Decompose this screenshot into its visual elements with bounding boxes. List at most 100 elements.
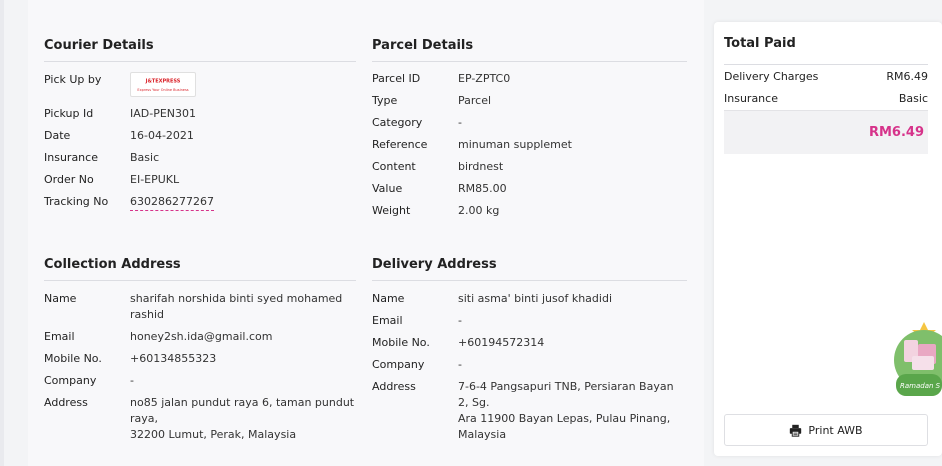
delivery-email-label: Email bbox=[372, 314, 403, 327]
collection-address-line2: 32200 Lumut, Perak, Malaysia bbox=[130, 428, 297, 441]
insurance-label: Insurance bbox=[44, 151, 98, 164]
category-label: Category bbox=[372, 116, 423, 129]
reference-row: Reference minuman supplemet bbox=[372, 137, 687, 153]
delivery-name-row: Name siti asma' binti jusof khadidi bbox=[372, 291, 687, 307]
delivery-address-row: Address 7-6-4 Pangsapuri TNB, Persiaran … bbox=[372, 379, 687, 443]
tracking-no-link[interactable]: 630286277267 bbox=[130, 194, 214, 211]
collection-mobile-row: Mobile No. +60134855323 bbox=[44, 351, 356, 367]
collection-name-row: Name sharifah norshida binti syed mohamed… bbox=[44, 291, 356, 323]
date-label: Date bbox=[44, 129, 71, 142]
courier-details-title: Courier Details bbox=[44, 38, 356, 62]
collection-mobile-value: +60134855323 bbox=[130, 352, 217, 365]
collection-address-section: Collection Address Name sharifah norshida… bbox=[44, 257, 356, 443]
weight-label: Weight bbox=[372, 204, 411, 217]
type-row: Type Parcel bbox=[372, 93, 687, 109]
jt-logo-mark: J&T bbox=[145, 78, 156, 85]
pickup-id-value: IAD-PEN301 bbox=[130, 107, 197, 120]
collection-company-label: Company bbox=[44, 374, 97, 387]
summary-insurance-label: Insurance bbox=[724, 92, 778, 105]
delivery-company-row: Company - bbox=[372, 357, 687, 373]
collection-address-line1: no85 jalan pundut raya 6, taman pundut r… bbox=[130, 396, 355, 425]
promo-text: Ramadan S bbox=[900, 382, 941, 390]
collection-address-title: Collection Address bbox=[44, 257, 356, 281]
print-awb-label: Print AWB bbox=[808, 423, 863, 437]
delivery-address-line1: 7-6-4 Pangsapuri TNB, Persiaran Bayan 2,… bbox=[458, 380, 674, 409]
collection-email-row: Email honey2sh.ida@gmail.com bbox=[44, 329, 356, 345]
value-label: Value bbox=[372, 182, 403, 195]
value-row: Value RM85.00 bbox=[372, 181, 687, 197]
delivery-address-line3: Malaysia bbox=[458, 428, 507, 441]
category-value: - bbox=[458, 116, 462, 129]
delivery-address-title: Delivery Address bbox=[372, 257, 687, 281]
weight-value: 2.00 kg bbox=[458, 204, 500, 217]
delivery-email-value: - bbox=[458, 314, 462, 327]
print-awb-button[interactable]: Print AWB bbox=[724, 414, 928, 446]
delivery-name-value: siti asma' binti jusof khadidi bbox=[458, 292, 612, 305]
total-paid-divider bbox=[724, 64, 928, 65]
parcel-id-row: Parcel ID EP-ZPTC0 bbox=[372, 71, 687, 87]
left-panel-edge bbox=[0, 0, 4, 466]
reference-label: Reference bbox=[372, 138, 428, 151]
reference-value: minuman supplemet bbox=[458, 138, 572, 151]
delivery-mobile-row: Mobile No. +60194572314 bbox=[372, 335, 687, 351]
delivery-company-label: Company bbox=[372, 358, 425, 371]
collection-email-value: honey2sh.ida@gmail.com bbox=[130, 330, 273, 343]
date-value: 16-04-2021 bbox=[130, 129, 194, 142]
content-row: Content birdnest bbox=[372, 159, 687, 175]
parcel-id-value: EP-ZPTC0 bbox=[458, 72, 511, 85]
ramadan-promo-widget[interactable]: Ramadan S bbox=[894, 318, 942, 400]
total-amount-box: RM6.49 bbox=[724, 110, 928, 154]
order-no-label: Order No bbox=[44, 173, 94, 186]
type-label: Type bbox=[372, 94, 398, 107]
summary-insurance-row: Insurance Basic bbox=[724, 92, 928, 105]
collection-company-row: Company - bbox=[44, 373, 356, 389]
tracking-no-label: Tracking No bbox=[44, 195, 109, 208]
insurance-row: Insurance Basic bbox=[44, 150, 356, 166]
date-row: Date 16-04-2021 bbox=[44, 128, 356, 144]
parcel-details-title: Parcel Details bbox=[372, 38, 687, 62]
delivery-charges-value: RM6.49 bbox=[886, 70, 928, 83]
summary-insurance-value: Basic bbox=[898, 92, 928, 105]
order-no-value: EI-EPUKL bbox=[130, 173, 180, 186]
content-value: birdnest bbox=[458, 160, 504, 173]
delivery-address-label: Address bbox=[372, 380, 416, 393]
delivery-mobile-label: Mobile No. bbox=[372, 336, 430, 349]
value-value: RM85.00 bbox=[458, 182, 507, 195]
delivery-charges-row: Delivery Charges RM6.49 bbox=[724, 70, 928, 83]
total-paid-title: Total Paid bbox=[724, 36, 796, 51]
collection-company-value: - bbox=[130, 374, 134, 387]
pickup-id-row: Pickup Id IAD-PEN301 bbox=[44, 106, 356, 122]
collection-mobile-label: Mobile No. bbox=[44, 352, 102, 365]
insurance-value: Basic bbox=[130, 151, 160, 164]
delivery-name-label: Name bbox=[372, 292, 405, 305]
collection-name-value: sharifah norshida binti syed mohamed ras… bbox=[130, 292, 343, 321]
total-amount: RM6.49 bbox=[868, 125, 924, 140]
pickup-by-row: Pick Up by J&TEXPRESS Express Your Onlin… bbox=[44, 70, 356, 98]
pickup-id-label: Pickup Id bbox=[44, 107, 94, 120]
delivery-charges-label: Delivery Charges bbox=[724, 70, 819, 83]
parcel-id-label: Parcel ID bbox=[372, 72, 421, 85]
collection-address-label: Address bbox=[44, 396, 88, 409]
weight-row: Weight 2.00 kg bbox=[372, 203, 687, 219]
delivery-address-line2: Ara 11900 Bayan Lepas, Pulau Pinang, bbox=[458, 412, 671, 425]
jt-logo-tagline: Express Your Online Business bbox=[137, 87, 189, 92]
collection-address-row: Address no85 jalan pundut raya 6, taman … bbox=[44, 395, 356, 443]
delivery-mobile-value: +60194572314 bbox=[458, 336, 545, 349]
category-row: Category - bbox=[372, 115, 687, 131]
type-value: Parcel bbox=[458, 94, 492, 107]
printer-icon bbox=[790, 424, 802, 437]
jt-express-logo: J&TEXPRESS Express Your Online Business bbox=[130, 71, 196, 97]
content-label: Content bbox=[372, 160, 416, 173]
collection-name-label: Name bbox=[44, 292, 77, 305]
delivery-address-section: Delivery Address Name siti asma' binti ju… bbox=[372, 257, 687, 443]
jt-logo-express: EXPRESS bbox=[155, 78, 181, 85]
shipment-details-card: Courier Details Pick Up by J&TEXPRESS Ex… bbox=[28, 0, 704, 466]
pickup-by-label: Pick Up by bbox=[44, 73, 102, 86]
delivery-email-row: Email - bbox=[372, 313, 687, 329]
delivery-company-value: - bbox=[458, 358, 462, 371]
tracking-no-row: Tracking No 630286277267 bbox=[44, 194, 356, 211]
courier-details-section: Courier Details Pick Up by J&TEXPRESS Ex… bbox=[44, 38, 356, 211]
collection-email-label: Email bbox=[44, 330, 75, 343]
parcel-details-section: Parcel Details Parcel ID EP-ZPTC0 Type Par… bbox=[372, 38, 687, 219]
order-no-row: Order No EI-EPUKL bbox=[44, 172, 356, 188]
